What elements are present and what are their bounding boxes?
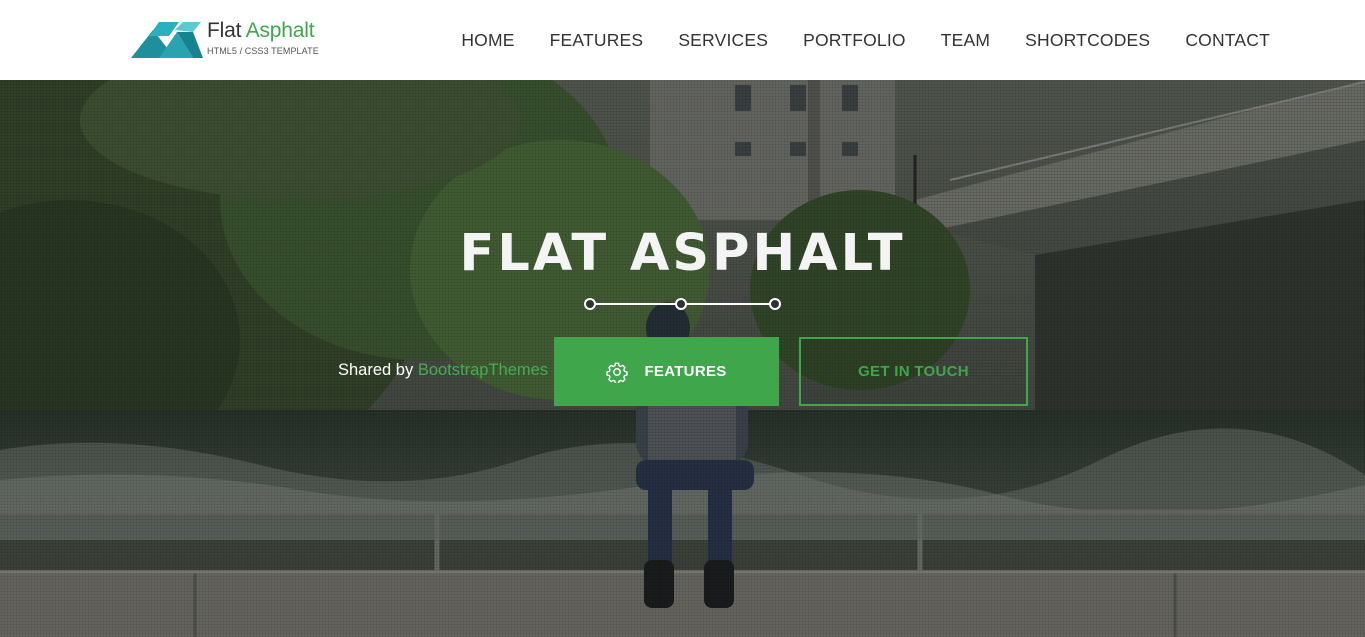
gear-icon (606, 362, 629, 383)
nav-item-features[interactable]: FEATURES (550, 30, 644, 51)
nav-item-portfolio[interactable]: PORTFOLIO (803, 30, 906, 51)
nav-item-shortcodes[interactable]: SHORTCODES (1025, 30, 1150, 51)
logo-icon (131, 22, 203, 58)
nav-item-team[interactable]: TEAM (941, 30, 990, 51)
main-nav: HOME FEATURES SERVICES PORTFOLIO TEAM SH… (461, 0, 1270, 80)
shared-by-text: Shared by BootstrapThemes (338, 361, 549, 379)
hero-divider (584, 298, 781, 310)
logo-title: Flat Asphalt (207, 19, 315, 42)
get-in-touch-label: GET IN TOUCH (858, 363, 969, 380)
hero-section: FLAT ASPHALT Shared by BootstrapThemes F… (0, 80, 1365, 637)
site-logo[interactable]: Flat Asphalt HTML5 / CSS3 TEMPLATE (131, 19, 331, 60)
hero-title: FLAT ASPHALT (459, 224, 906, 283)
get-in-touch-button[interactable]: GET IN TOUCH (799, 337, 1028, 406)
nav-item-contact[interactable]: CONTACT (1185, 30, 1270, 51)
bootstrapthemes-link[interactable]: BootstrapThemes (418, 361, 548, 379)
nav-item-home[interactable]: HOME (461, 30, 514, 51)
site-header: Flat Asphalt HTML5 / CSS3 TEMPLATE HOME … (0, 0, 1365, 80)
features-button[interactable]: FEATURES (554, 337, 779, 406)
logo-tagline: HTML5 / CSS3 TEMPLATE (207, 46, 319, 56)
features-button-label: FEATURES (644, 363, 727, 380)
nav-item-services[interactable]: SERVICES (678, 30, 768, 51)
